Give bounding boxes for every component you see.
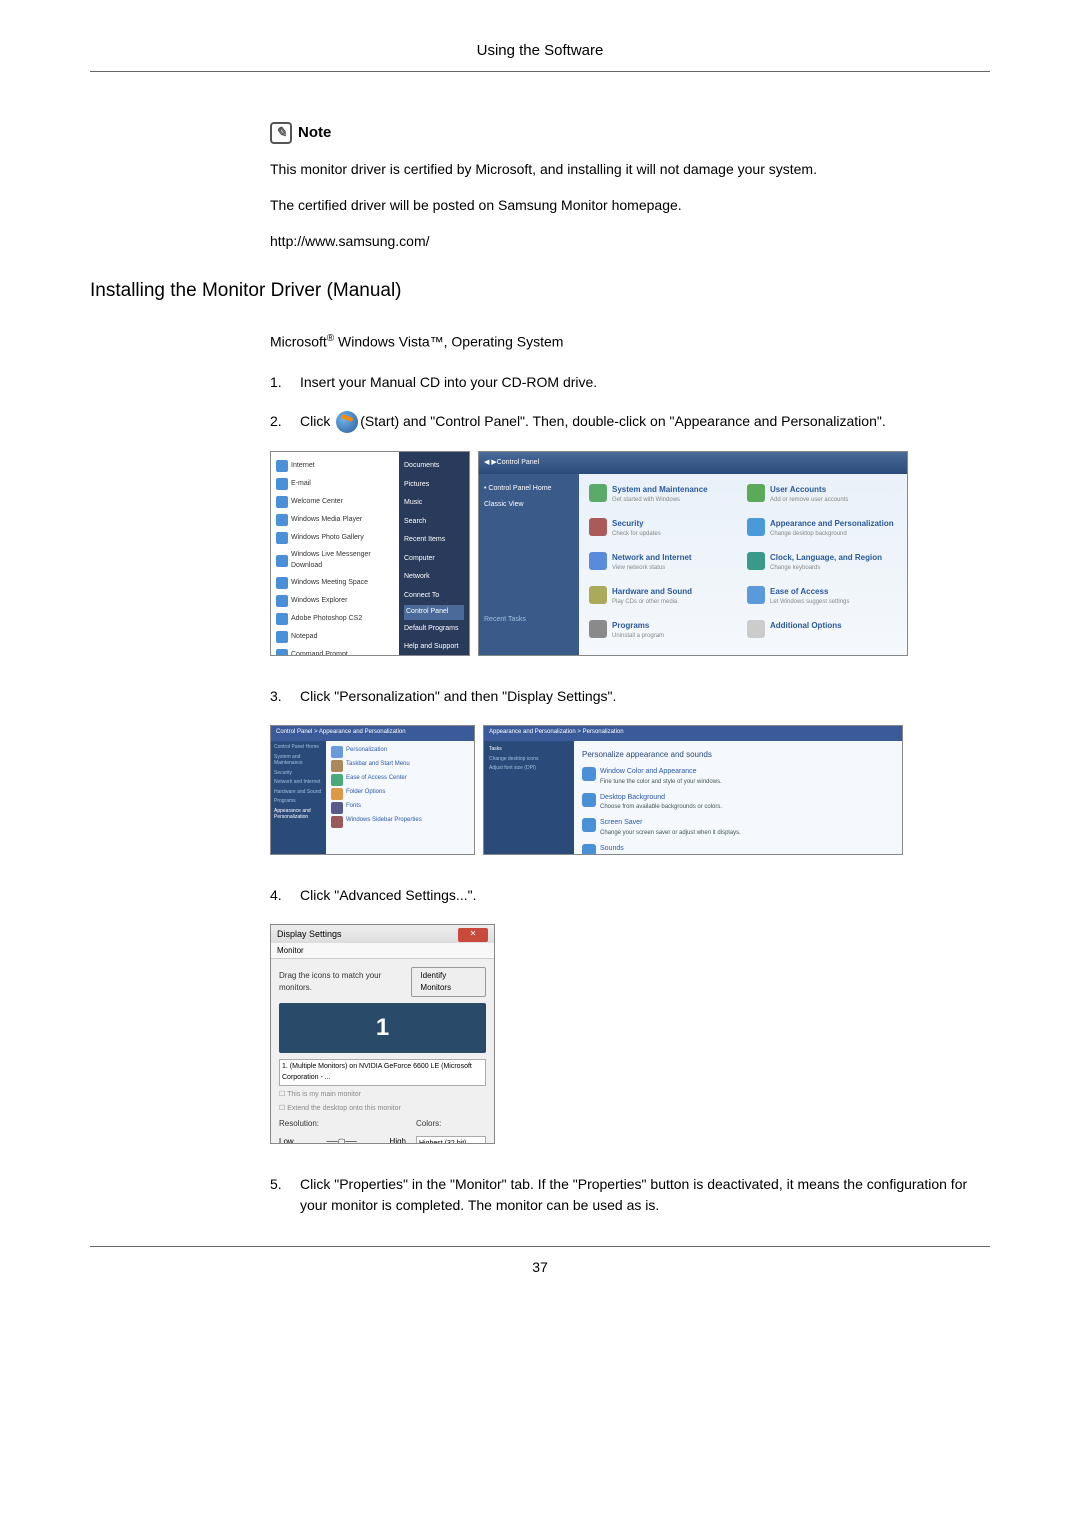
section-subtitle: Microsoft® Windows Vista™, Operating Sys…: [270, 331, 990, 353]
note-icon: ✎: [270, 122, 292, 144]
step-2-number: 2.: [270, 411, 300, 432]
step-4-number: 4.: [270, 885, 300, 906]
step-2-text: Click (Start) and "Control Panel". Then,…: [300, 411, 990, 433]
step-3-text: Click "Personalization" and then "Displa…: [300, 686, 990, 707]
start-button-icon: [336, 411, 358, 433]
page-header: Using the Software: [90, 40, 990, 63]
section-heading: Installing the Monitor Driver (Manual): [90, 277, 990, 306]
note-text-1: This monitor driver is certified by Micr…: [270, 159, 990, 180]
header-rule: [90, 71, 990, 72]
note-label: Note: [298, 122, 331, 145]
page-number: 37: [90, 1246, 990, 1278]
step-5-text: Click "Properties" in the "Monitor" tab.…: [300, 1174, 990, 1216]
screenshot-appearance: Control Panel > Appearance and Personali…: [270, 725, 475, 855]
screenshot-display-settings: Display Settings✕ Monitor Drag the icons…: [270, 924, 495, 1144]
screenshot-start-menu: Internet E-mail Welcome Center Windows M…: [270, 451, 470, 656]
close-icon: ✕: [458, 928, 488, 942]
screenshot-control-panel: ◀ ▶ Control Panel • Control Panel Home C…: [478, 451, 908, 656]
step-3-number: 3.: [270, 686, 300, 707]
screenshot-personalization: Appearance and Personalization > Persona…: [483, 725, 903, 855]
note-url: http://www.samsung.com/: [270, 231, 990, 252]
step-5-number: 5.: [270, 1174, 300, 1195]
identify-monitors-button: Identify Monitors: [411, 967, 486, 997]
step-1-text: Insert your Manual CD into your CD-ROM d…: [300, 372, 990, 393]
step-4-text: Click "Advanced Settings...".: [300, 885, 990, 906]
step-1-number: 1.: [270, 372, 300, 393]
note-text-2: The certified driver will be posted on S…: [270, 195, 990, 216]
